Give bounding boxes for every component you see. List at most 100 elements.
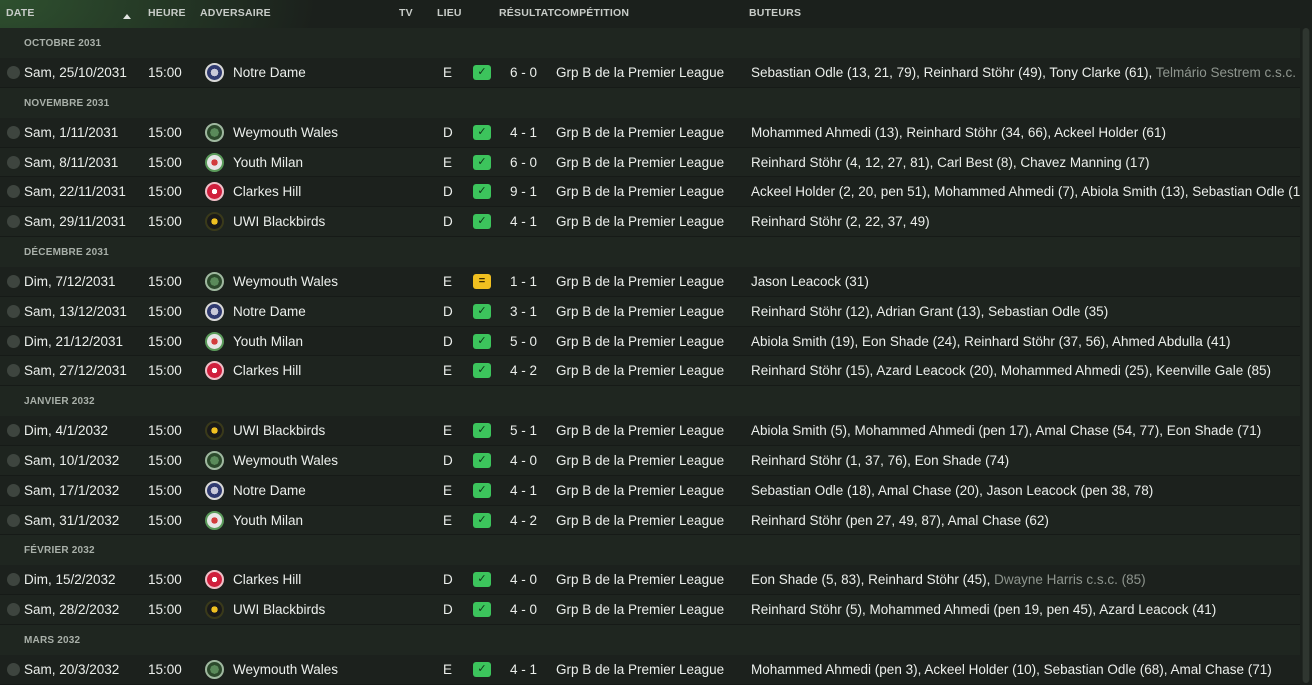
match-score[interactable]: 6 - 0 (510, 155, 537, 170)
select-circle-icon[interactable] (7, 334, 20, 348)
opponent-link[interactable]: Clarkes Hill (233, 363, 301, 378)
competition-link[interactable]: Grp B de la Premier League (556, 214, 724, 229)
column-header-venue[interactable]: LIEU (437, 7, 462, 19)
match-score[interactable]: 4 - 0 (510, 602, 537, 617)
opponent-link[interactable]: Clarkes Hill (233, 572, 301, 587)
select-circle-icon[interactable] (7, 453, 20, 467)
match-score[interactable]: 5 - 0 (510, 334, 537, 349)
competition-link[interactable]: Grp B de la Premier League (556, 453, 724, 468)
sort-ascending-icon[interactable] (123, 10, 131, 22)
match-score[interactable]: 4 - 2 (510, 363, 537, 378)
match-row[interactable]: Sam, 29/11/2031 15:00 UWI Blackbirds D ✓… (0, 207, 1300, 237)
select-circle-icon[interactable] (7, 304, 20, 318)
match-row[interactable]: Sam, 8/11/2031 15:00 Youth Milan E ✓ 6 -… (0, 147, 1300, 178)
competition-link[interactable]: Grp B de la Premier League (556, 483, 724, 498)
competition-link[interactable]: Grp B de la Premier League (556, 155, 724, 170)
club-crest-icon (205, 182, 224, 202)
match-score[interactable]: 4 - 1 (510, 662, 537, 677)
competition-link[interactable]: Grp B de la Premier League (556, 602, 724, 617)
select-circle-icon[interactable] (7, 513, 20, 527)
competition-link[interactable]: Grp B de la Premier League (556, 184, 724, 199)
column-header-time[interactable]: HEURE (148, 7, 186, 19)
match-row[interactable]: Sam, 25/10/2031 15:00 Notre Dame E ✓ 6 -… (0, 58, 1300, 88)
opponent-link[interactable]: Notre Dame (233, 483, 306, 498)
month-header: FÉVRIER 2032 (0, 535, 1300, 566)
select-circle-icon[interactable] (7, 125, 20, 139)
match-score[interactable]: 4 - 0 (510, 572, 537, 587)
match-row[interactable]: Sam, 28/2/2032 15:00 UWI Blackbirds D ✓ … (0, 595, 1300, 625)
competition-link[interactable]: Grp B de la Premier League (556, 662, 724, 677)
opponent-link[interactable]: UWI Blackbirds (233, 423, 325, 438)
match-score[interactable]: 9 - 1 (510, 184, 537, 199)
competition-link[interactable]: Grp B de la Premier League (556, 125, 724, 140)
match-row[interactable]: Sam, 1/11/2031 15:00 Weymouth Wales D ✓ … (0, 117, 1300, 148)
match-score[interactable]: 4 - 1 (510, 125, 537, 140)
column-header-tv[interactable]: TV (399, 7, 413, 19)
select-circle-icon[interactable] (7, 573, 20, 587)
opponent-link[interactable]: Weymouth Wales (233, 274, 338, 289)
column-header-opponent[interactable]: ADVERSAIRE (200, 7, 271, 19)
opponent-link[interactable]: Notre Dame (233, 304, 306, 319)
match-score[interactable]: 1 - 1 (510, 274, 537, 289)
win-result-icon: ✓ (473, 303, 491, 319)
scorers-text: Sebastian Odle (18), Amal Chase (20), Ja… (751, 483, 1300, 498)
select-circle-icon[interactable] (7, 215, 20, 229)
competition-link[interactable]: Grp B de la Premier League (556, 423, 724, 438)
select-circle-icon[interactable] (7, 274, 20, 288)
select-circle-icon[interactable] (7, 155, 20, 169)
competition-link[interactable]: Grp B de la Premier League (556, 274, 724, 289)
match-row[interactable]: Dim, 15/2/2032 15:00 Clarkes Hill D ✓ 4 … (0, 565, 1300, 596)
opponent-link[interactable]: Youth Milan (233, 334, 303, 349)
match-row[interactable]: Sam, 10/1/2032 15:00 Weymouth Wales D ✓ … (0, 445, 1300, 476)
opponent-link[interactable]: UWI Blackbirds (233, 214, 325, 229)
match-row[interactable]: Sam, 13/12/2031 15:00 Notre Dame D ✓ 3 -… (0, 296, 1300, 327)
match-time: 15:00 (148, 124, 182, 140)
match-score[interactable]: 4 - 2 (510, 513, 537, 528)
match-score[interactable]: 4 - 1 (510, 214, 537, 229)
club-crest-icon (205, 331, 224, 351)
select-circle-icon[interactable] (7, 662, 20, 676)
match-row[interactable]: Sam, 20/3/2032 15:00 Weymouth Wales E ✓ … (0, 654, 1300, 685)
match-score[interactable]: 3 - 1 (510, 304, 537, 319)
match-row[interactable]: Sam, 22/11/2031 15:00 Clarkes Hill D ✓ 9… (0, 177, 1300, 208)
competition-link[interactable]: Grp B de la Premier League (556, 334, 724, 349)
match-date: Sam, 28/2/2032 (24, 602, 120, 618)
match-score[interactable]: 6 - 0 (510, 65, 537, 80)
match-row[interactable]: Dim, 21/12/2031 15:00 Youth Milan D ✓ 5 … (0, 326, 1300, 357)
match-row[interactable]: Dim, 7/12/2031 15:00 Weymouth Wales E = … (0, 266, 1300, 297)
scrollbar-thumb[interactable] (1303, 28, 1309, 683)
opponent-link[interactable]: UWI Blackbirds (233, 602, 325, 617)
column-header-result[interactable]: RÉSULTAT (499, 7, 554, 19)
competition-link[interactable]: Grp B de la Premier League (556, 513, 724, 528)
win-result-icon: ✓ (473, 124, 491, 140)
match-row[interactable]: Dim, 4/1/2032 15:00 UWI Blackbirds E ✓ 5… (0, 416, 1300, 446)
select-circle-icon[interactable] (7, 364, 20, 378)
opponent-link[interactable]: Weymouth Wales (233, 125, 338, 140)
opponent-link[interactable]: Youth Milan (233, 155, 303, 170)
opponent-link[interactable]: Clarkes Hill (233, 184, 301, 199)
competition-link[interactable]: Grp B de la Premier League (556, 304, 724, 319)
competition-link[interactable]: Grp B de la Premier League (556, 572, 724, 587)
match-row[interactable]: Sam, 31/1/2032 15:00 Youth Milan E ✓ 4 -… (0, 505, 1300, 536)
competition-link[interactable]: Grp B de la Premier League (556, 363, 724, 378)
match-score[interactable]: 4 - 0 (510, 453, 537, 468)
select-circle-icon[interactable] (7, 603, 20, 617)
match-row[interactable]: Sam, 27/12/2031 15:00 Clarkes Hill E ✓ 4… (0, 356, 1300, 387)
select-circle-icon[interactable] (7, 185, 20, 199)
opponent-link[interactable]: Weymouth Wales (233, 662, 338, 677)
match-score[interactable]: 5 - 1 (510, 423, 537, 438)
column-header-date[interactable]: DATE (6, 7, 35, 19)
column-header-competition[interactable]: COMPÉTITION (554, 7, 629, 19)
match-row[interactable]: Sam, 17/1/2032 15:00 Notre Dame E ✓ 4 - … (0, 475, 1300, 506)
opponent-link[interactable]: Notre Dame (233, 65, 306, 80)
opponent-link[interactable]: Weymouth Wales (233, 453, 338, 468)
select-circle-icon[interactable] (7, 66, 20, 79)
match-score[interactable]: 4 - 1 (510, 483, 537, 498)
competition-link[interactable]: Grp B de la Premier League (556, 65, 724, 80)
column-header-scorers[interactable]: BUTEURS (749, 7, 801, 19)
select-circle-icon[interactable] (7, 424, 20, 438)
match-date: Sam, 29/11/2031 (24, 214, 126, 230)
select-circle-icon[interactable] (7, 483, 20, 497)
opponent-link[interactable]: Youth Milan (233, 513, 303, 528)
scrollbar[interactable] (1302, 28, 1310, 683)
